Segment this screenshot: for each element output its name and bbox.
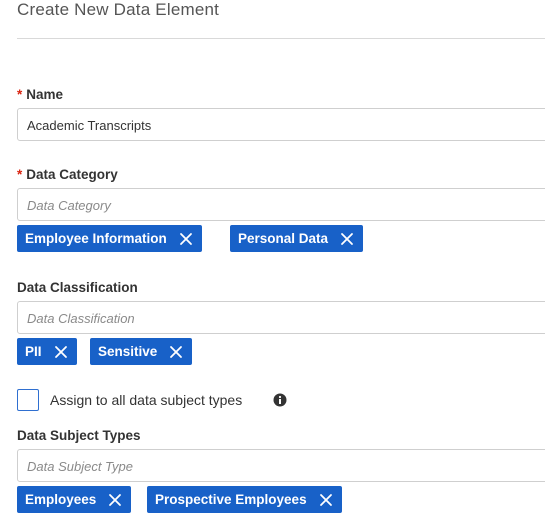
page-title: Create New Data Element	[17, 0, 220, 19]
required-marker: *	[17, 167, 23, 182]
chip-employees: Employees	[17, 486, 132, 513]
data-subject-types-label: Data Subject Types	[17, 428, 141, 443]
chip-label: Employees	[25, 492, 97, 507]
data-category-label-text: Data Category	[26, 167, 118, 182]
data-classification-label: Data Classification	[17, 280, 138, 295]
required-marker: *	[17, 87, 23, 102]
info-icon[interactable]	[273, 393, 287, 407]
chip-label: Personal Data	[238, 231, 329, 246]
name-label: * Name	[17, 87, 63, 102]
data-subject-types-placeholder: Data Subject Type	[27, 459, 133, 474]
data-category-placeholder: Data Category	[27, 198, 111, 213]
chip-prospective-employees: Prospective Employees	[147, 486, 342, 513]
remove-chip-icon[interactable]	[108, 493, 122, 507]
chip-label: PII	[25, 344, 42, 359]
chip-label: Employee Information	[25, 231, 167, 246]
chip-label: Prospective Employees	[155, 492, 307, 507]
title-divider	[17, 38, 545, 39]
remove-chip-icon[interactable]	[340, 232, 354, 246]
chip-label: Sensitive	[98, 344, 158, 359]
assign-all-checkbox[interactable]	[17, 389, 39, 411]
data-category-input[interactable]: Data Category	[17, 188, 545, 221]
data-category-label: * Data Category	[17, 167, 118, 182]
remove-chip-icon[interactable]	[179, 232, 193, 246]
data-subject-types-input[interactable]: Data Subject Type	[17, 449, 545, 482]
remove-chip-icon[interactable]	[54, 345, 68, 359]
remove-chip-icon[interactable]	[169, 345, 183, 359]
chip-personal-data: Personal Data	[230, 225, 364, 252]
chip-employee-information: Employee Information	[17, 225, 202, 252]
data-classification-input[interactable]: Data Classification	[17, 301, 545, 334]
name-input-value: Academic Transcripts	[27, 118, 152, 133]
name-input[interactable]: Academic Transcripts	[17, 108, 545, 141]
name-label-text: Name	[26, 87, 64, 102]
data-classification-placeholder: Data Classification	[27, 311, 135, 326]
assign-all-label: Assign to all data subject types	[50, 392, 243, 408]
remove-chip-icon[interactable]	[319, 493, 333, 507]
chip-sensitive: Sensitive	[90, 338, 193, 365]
chip-pii: PII	[17, 338, 77, 365]
